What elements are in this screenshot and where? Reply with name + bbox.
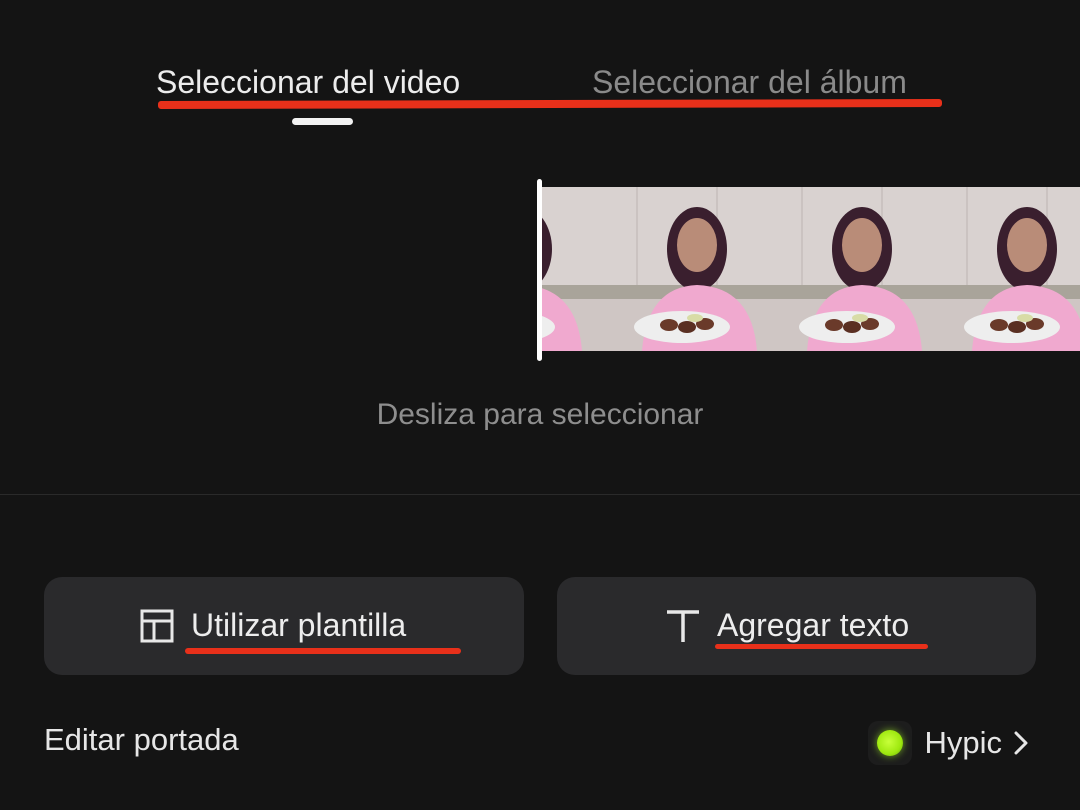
annotation-underline-text [715, 644, 928, 649]
text-T-icon [665, 609, 701, 648]
hypic-label: Hypic [924, 725, 1002, 760]
filmstrip-frame [927, 187, 1080, 351]
use-template-button[interactable]: Utilizar plantilla [44, 577, 524, 675]
add-text-button[interactable]: Agregar texto [557, 577, 1036, 675]
video-filmstrip[interactable] [0, 175, 1080, 365]
annotation-underline-template [185, 648, 461, 654]
use-template-label: Utilizar plantilla [191, 607, 407, 643]
active-tab-indicator [292, 118, 353, 125]
add-text-label: Agregar texto [717, 607, 910, 643]
filmstrip-frame [542, 187, 597, 351]
hypic-link[interactable]: Hypic [868, 718, 1030, 768]
template-layout-icon [140, 609, 174, 648]
chevron-right-icon [1014, 731, 1028, 755]
hypic-logo-icon [868, 721, 913, 765]
playhead-handle[interactable] [537, 179, 542, 361]
annotation-underline-tabs [157, 98, 943, 110]
filmstrip-frame [762, 187, 927, 351]
filmstrip-frame [597, 187, 762, 351]
section-divider [0, 494, 1080, 495]
edit-cover-label: Editar portada [44, 722, 239, 757]
swipe-hint: Desliza para seleccionar [376, 398, 704, 431]
